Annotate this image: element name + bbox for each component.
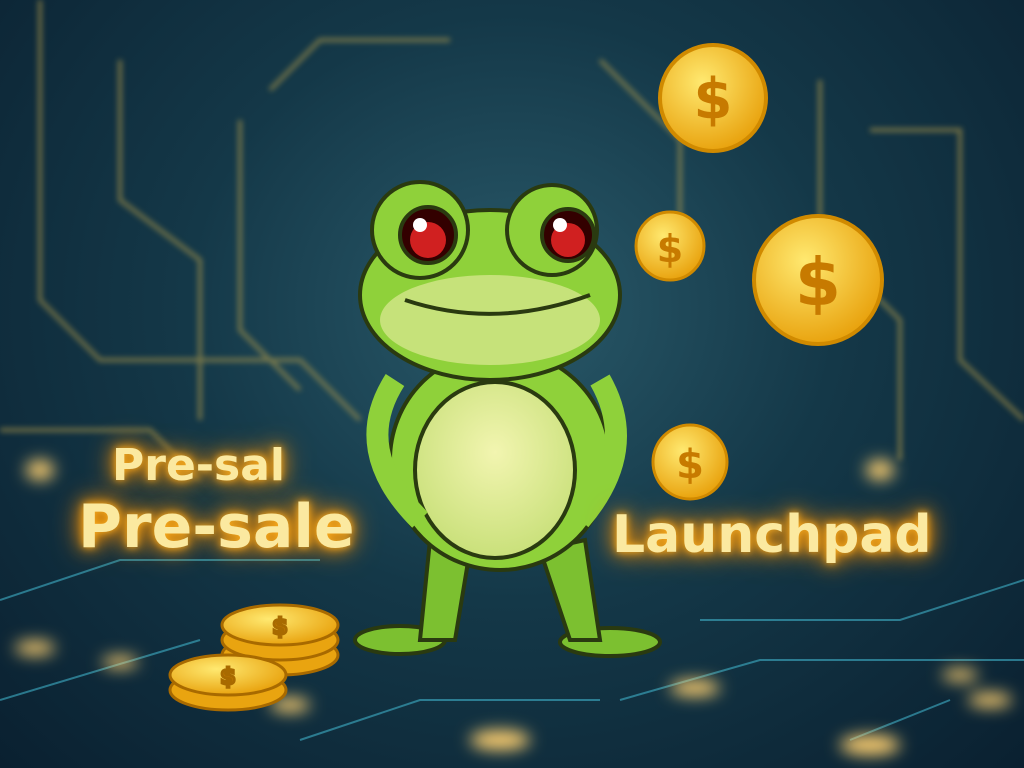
coin-right: $	[752, 214, 884, 346]
svg-text:$: $	[795, 244, 841, 321]
coin-large: $	[658, 43, 768, 153]
coin-mid: $	[651, 423, 729, 501]
coin-small: $	[634, 210, 706, 282]
svg-text:$: $	[657, 227, 683, 271]
illustration-scene: $ $ $ $ $ $	[0, 0, 1024, 755]
svg-text:$: $	[272, 615, 287, 640]
coin-stack: $ $	[168, 603, 340, 712]
presale-text: Pre-sale	[78, 492, 355, 562]
svg-text:$: $	[220, 665, 235, 690]
svg-text:$: $	[694, 67, 733, 132]
presale-text-partial: Pre-sal	[112, 440, 286, 491]
svg-text:$: $	[676, 442, 704, 488]
frog-mascot	[353, 180, 662, 658]
launchpad-text: Launchpad	[612, 505, 932, 565]
floor-circuits	[0, 559, 1024, 741]
